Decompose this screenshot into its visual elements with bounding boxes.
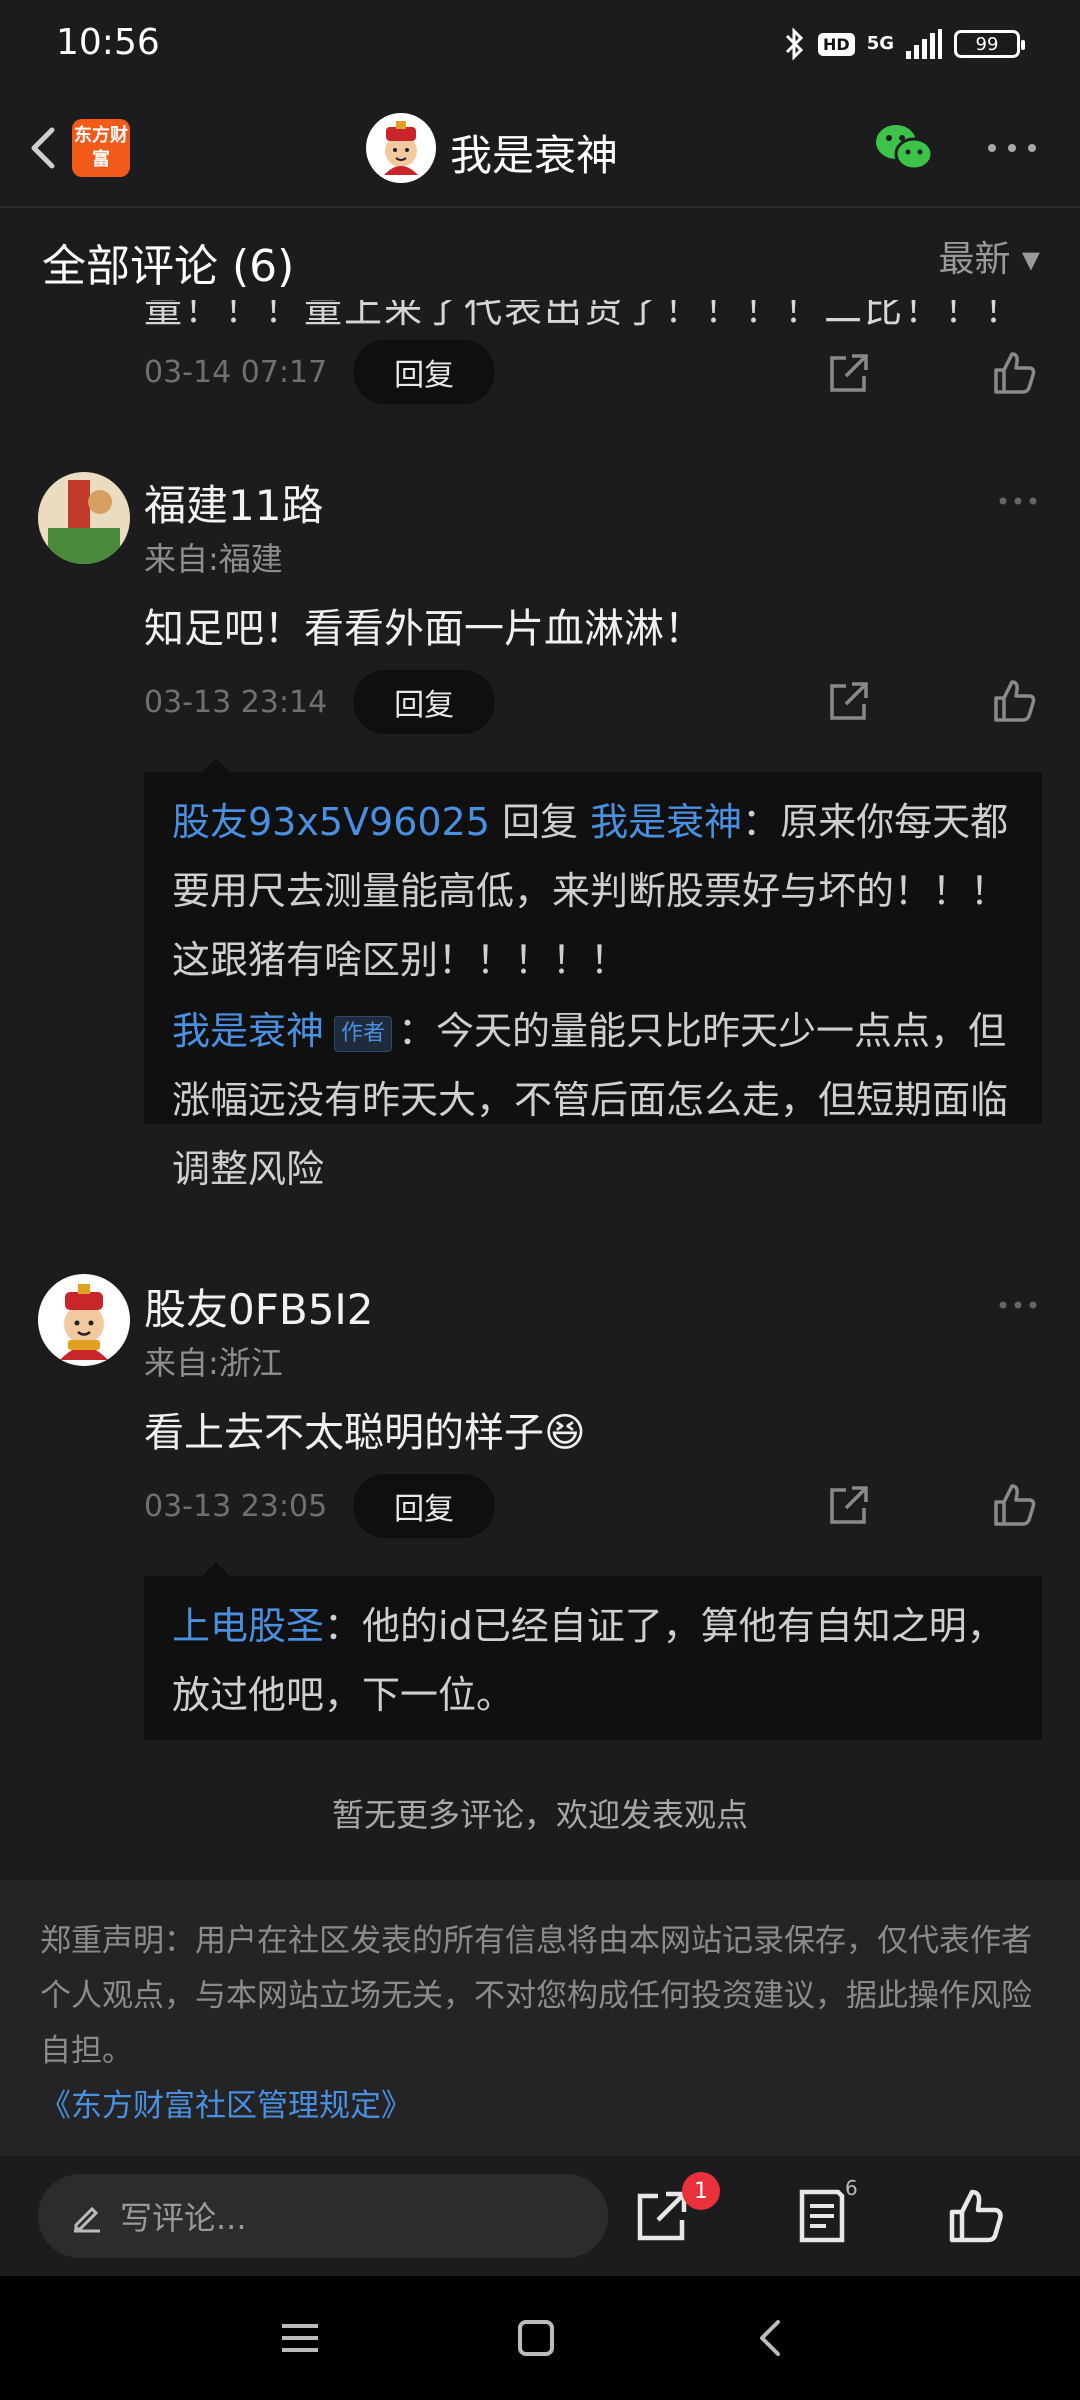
reply-author[interactable]: 我是衰神 [172, 1009, 324, 1053]
comments-header: 全部评论 (6) 最新 ▾ [0, 210, 1080, 300]
system-nav-bar [0, 2276, 1080, 2400]
comment-meta-row: 03-13 23:14 回复 [144, 670, 496, 734]
reply-thread: 股友93x5V96025 回复 我是衰神：原来你每天都要用尺去测量能高低，来判断… [144, 758, 1042, 1191]
laughing-emoji-icon: 😆 [544, 1410, 586, 1456]
comment-placeholder: 写评论... [120, 2199, 247, 2237]
comment-count: 6 [845, 2176, 858, 2200]
comment-meta-row: 03-13 23:05 回复 [144, 1474, 496, 1538]
comment-more-icon[interactable] [998, 1300, 1038, 1310]
reply-item: 股友93x5V96025 回复 我是衰神：原来你每天都要用尺去测量能高低，来判断… [172, 788, 1014, 995]
battery-icon: 99 [954, 30, 1025, 58]
status-icons: HD 5G 99 [784, 24, 1025, 64]
status-time: 10:56 [56, 22, 160, 63]
more-options-icon[interactable] [986, 142, 1038, 154]
brand-logo[interactable]: 东方财富 [72, 119, 130, 177]
user-avatar[interactable] [38, 1274, 130, 1366]
comment-username[interactable]: 福建11路 [144, 472, 323, 533]
disclaimer-section: 郑重声明：用户在社区发表的所有信息将由本网站记录保存，仅代表作者个人观点，与本网… [0, 1880, 1080, 2156]
avatar-photo-icon [38, 472, 130, 564]
reply-author[interactable]: 股友93x5V96025 [172, 800, 490, 844]
comment-time: 03-13 23:05 [144, 1488, 328, 1524]
reply-button[interactable]: 回复 [353, 340, 496, 404]
caishen-avatar-icon [384, 121, 418, 175]
comment-body: 知足吧！看看外面一片血淋淋！ [144, 606, 704, 652]
reply-button[interactable]: 回复 [353, 670, 496, 734]
menu-icon[interactable] [278, 2316, 322, 2360]
signal-icon [906, 29, 942, 59]
bluetooth-icon [785, 27, 804, 61]
sort-dropdown[interactable]: 最新 ▾ [938, 230, 1040, 282]
share-icon[interactable] [826, 1482, 872, 1528]
page-title: 我是衰神 [450, 131, 619, 180]
clipped-comment-text: 量！！！量上来了代表出货了！！！！二比！！！ [144, 300, 1025, 331]
like-icon[interactable] [992, 350, 1038, 396]
disclaimer-text: 郑重声明：用户在社区发表的所有信息将由本网站记录保存，仅代表作者个人观点，与本网… [40, 1923, 1032, 2069]
pencil-icon [74, 2206, 100, 2233]
top-nav-bar: 东方财富 我是衰神 [0, 90, 1080, 208]
hd-indicator: HD [818, 32, 855, 56]
back-arrow-icon[interactable] [18, 118, 68, 178]
no-more-comments: 暂无更多评论，欢迎发表观点 [331, 1796, 748, 1834]
author-tag: 作者 [334, 1015, 393, 1052]
reply-thread: 上电股圣：他的id已经自证了，算他有自知之明，放过他吧，下一位。 [144, 1562, 1042, 1740]
comment-input[interactable]: 写评论... [38, 2174, 608, 2258]
comment-feed[interactable]: 量！！！量上来了代表出货了！！！！二比！！！ 03-14 07:17 回复 福建… [0, 300, 1080, 1880]
comment-location: 来自:浙江 [144, 1344, 283, 1382]
comment-body: 看上去不太聪明的样子😆 [144, 1400, 586, 1458]
comment-more-icon[interactable] [998, 496, 1038, 506]
battery-level: 99 [975, 33, 999, 55]
reply-target[interactable]: 我是衰神 [590, 800, 742, 844]
caishen-avatar-icon [60, 1284, 108, 1360]
reply-item: 我是衰神 作者 ：今天的量能只比昨天少一点点，但涨幅远没有昨天大，不管后面怎么走，但… [172, 997, 1014, 1204]
system-back-icon[interactable] [750, 2316, 794, 2360]
share-count-badge: 1 [682, 2172, 720, 2210]
comments-list-icon[interactable] [792, 2186, 852, 2246]
author-avatar[interactable] [366, 113, 436, 183]
user-avatar[interactable] [38, 472, 130, 564]
like-icon[interactable] [946, 2186, 1006, 2246]
bottom-action-bar: 写评论... 1 6 [0, 2156, 1080, 2276]
reply-button[interactable]: 回复 [353, 1474, 496, 1538]
reply-item: 上电股圣：他的id已经自证了，算他有自知之明，放过他吧，下一位。 [172, 1592, 1014, 1730]
comment-time: 03-13 23:14 [144, 684, 328, 720]
comment-body-text: 看上去不太聪明的样子 [144, 1410, 544, 1456]
network-label: 5G [866, 33, 894, 54]
wechat-share-icon[interactable] [874, 120, 934, 176]
reply-author[interactable]: 上电股圣 [172, 1604, 324, 1648]
status-bar: 10:56 HD 5G 99 [0, 0, 1080, 90]
community-rules-link[interactable]: 《东方财富社区管理规定》 [40, 2079, 1040, 2134]
like-icon[interactable] [992, 678, 1038, 724]
like-icon[interactable] [992, 1482, 1038, 1528]
comment-time: 03-14 07:17 [144, 354, 328, 390]
share-icon[interactable] [826, 350, 872, 396]
reply-connector: 回复 [489, 800, 591, 844]
share-icon[interactable] [826, 678, 872, 724]
comment-username[interactable]: 股友0FB5I2 [144, 1276, 374, 1337]
comment-location: 来自:福建 [144, 540, 283, 578]
comments-title: 全部评论 (6) [42, 241, 295, 292]
comment-meta-row: 03-14 07:17 回复 [144, 340, 496, 404]
home-icon[interactable] [514, 2316, 558, 2360]
